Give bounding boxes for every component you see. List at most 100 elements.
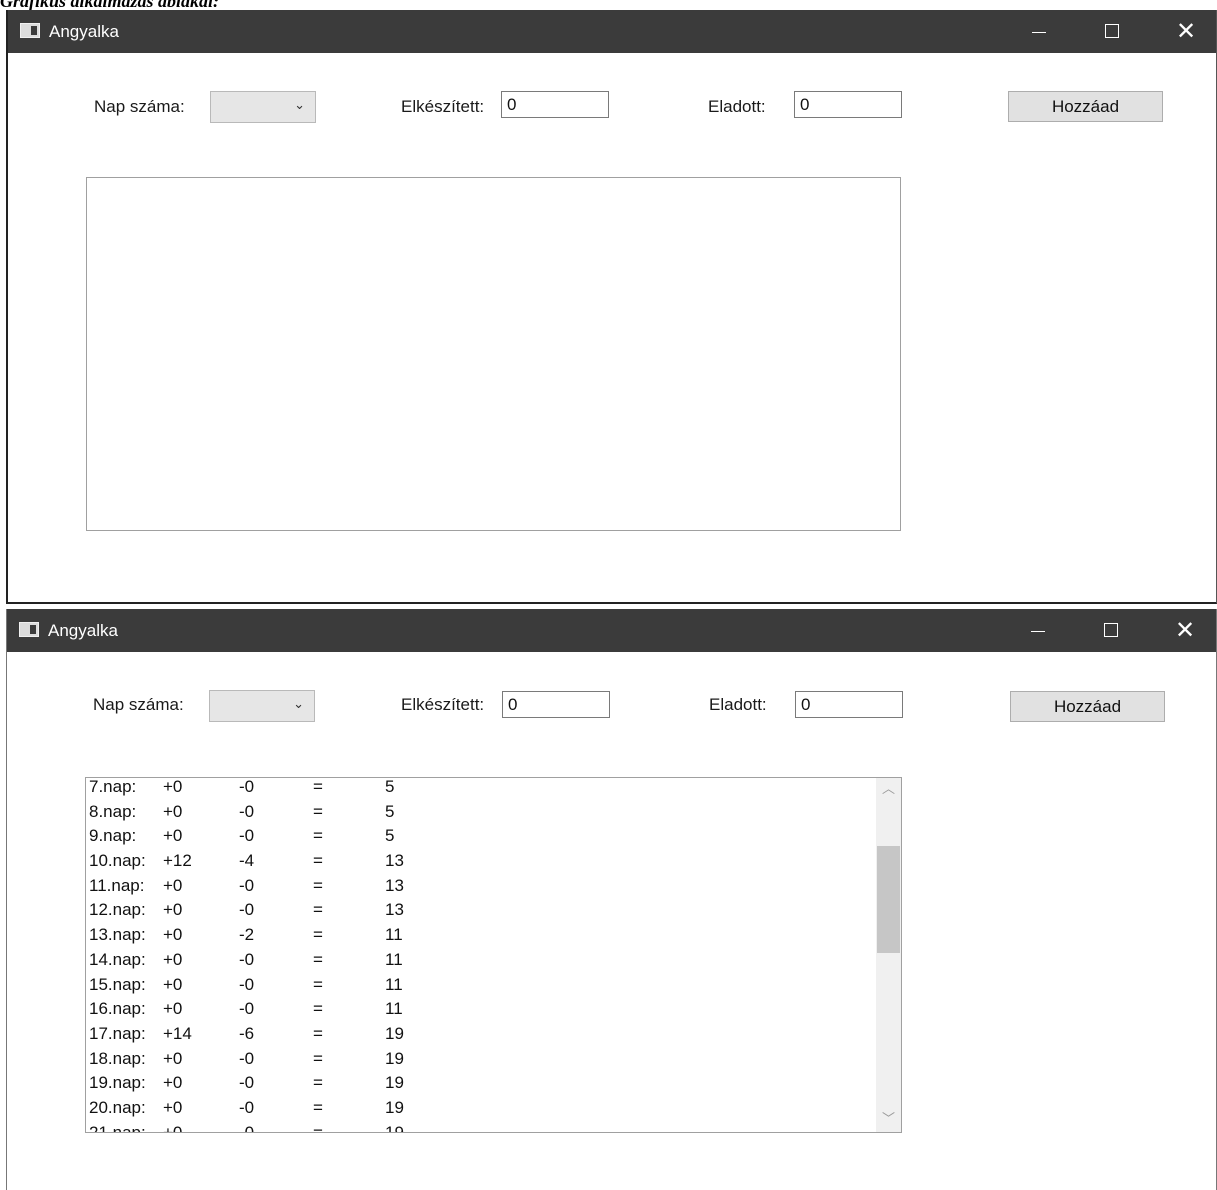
app-window-filled: Angyalka ✕ Nap száma: ⌄ Elkészített: 0 E… [6, 609, 1217, 1190]
equals-cell: = [313, 974, 323, 994]
page-caption: Grafikus alkalmazás ablakai: [0, 0, 220, 10]
stock-cell: 11 [385, 999, 403, 1019]
day-cell: 11.nap: [89, 875, 145, 895]
made-cell: +12 [163, 851, 192, 871]
made-label: Elkészített: [401, 97, 485, 116]
made-cell: +0 [163, 974, 183, 994]
day-cell: 20.nap: [89, 1097, 146, 1117]
chevron-down-icon: ⌄ [294, 98, 305, 113]
stock-cell: 19 [385, 1073, 404, 1093]
day-cell: 9.nap: [89, 826, 137, 846]
stock-cell: 13 [385, 900, 404, 920]
equals-cell: = [313, 900, 323, 920]
stock-cell: 13 [385, 851, 404, 871]
equals-cell: = [313, 999, 323, 1019]
sold-input[interactable]: 0 [794, 91, 902, 118]
made-cell: +0 [163, 999, 183, 1019]
day-cell: 19.nap: [89, 1073, 146, 1093]
close-icon[interactable]: ✕ [1163, 10, 1209, 53]
stock-cell: 11 [385, 974, 403, 994]
sold-input[interactable]: 0 [795, 691, 903, 718]
equals-cell: = [313, 826, 323, 846]
stock-cell: 19 [385, 1122, 404, 1133]
made-cell: +0 [163, 925, 183, 945]
equals-cell: = [313, 1073, 323, 1093]
app-window-empty: Angyalka ✕ Nap száma: ⌄ Elkészített: 0 E… [6, 10, 1217, 604]
add-button[interactable]: Hozzáad [1010, 691, 1165, 722]
sold-label: Eladott: [708, 97, 766, 116]
day-cell: 12.nap: [89, 900, 146, 920]
sold-cell: -4 [239, 851, 255, 871]
day-cell: 8.nap: [89, 801, 137, 821]
window-app-icon [19, 622, 39, 637]
scroll-thumb[interactable] [877, 845, 900, 953]
equals-cell: = [313, 949, 323, 969]
equals-cell: = [313, 925, 323, 945]
day-cell: 15.nap: [89, 974, 146, 994]
sold-label: Eladott: [709, 695, 767, 714]
equals-cell: = [313, 1097, 323, 1117]
add-button[interactable]: Hozzáad [1008, 91, 1163, 122]
window-title: Angyalka [48, 621, 118, 640]
equals-cell: = [313, 1048, 323, 1068]
equals-cell: = [313, 777, 323, 796]
made-cell: +0 [163, 1073, 183, 1093]
made-input[interactable]: 0 [501, 91, 609, 118]
sold-cell: -0 [239, 826, 255, 846]
vertical-scrollbar[interactable]: ︿ ﹀ [876, 778, 901, 1132]
maximize-icon[interactable] [1088, 609, 1134, 652]
stock-cell: 19 [385, 1023, 404, 1043]
sold-cell: -0 [239, 801, 255, 821]
sold-cell: -0 [239, 1097, 255, 1117]
title-bar[interactable]: Angyalka ✕ [8, 10, 1216, 53]
made-cell: +14 [163, 1023, 192, 1043]
day-cell: 14.nap: [89, 949, 146, 969]
equals-cell: = [313, 1122, 323, 1133]
made-cell: +0 [163, 1097, 183, 1117]
sold-cell: -6 [239, 1023, 255, 1043]
maximize-icon[interactable] [1089, 10, 1135, 53]
day-cell: 21.nap: [89, 1122, 146, 1133]
title-bar[interactable]: Angyalka ✕ [7, 609, 1216, 652]
stock-cell: 19 [385, 1097, 404, 1117]
minimize-icon[interactable] [1016, 10, 1062, 53]
sold-cell: -0 [239, 777, 255, 796]
sold-cell: -0 [239, 1122, 255, 1133]
day-label: Nap száma: [94, 97, 185, 116]
stock-cell: 13 [385, 875, 404, 895]
made-cell: +0 [163, 801, 183, 821]
equals-cell: = [313, 801, 323, 821]
chevron-up-icon[interactable]: ︿ [876, 780, 901, 800]
results-listbox[interactable] [86, 177, 901, 531]
window-title: Angyalka [49, 22, 119, 41]
made-cell: +0 [163, 826, 183, 846]
day-cell: 10.nap: [89, 851, 146, 871]
made-cell: +0 [163, 777, 183, 796]
day-cell: 17.nap: [89, 1023, 146, 1043]
sold-cell: -0 [239, 999, 255, 1019]
day-combobox[interactable]: ⌄ [209, 690, 315, 722]
day-label: Nap száma: [93, 695, 184, 714]
stock-cell: 5 [385, 801, 395, 821]
made-cell: +0 [163, 949, 183, 969]
sold-cell: -0 [239, 949, 255, 969]
day-combobox[interactable]: ⌄ [210, 91, 316, 123]
stock-cell: 11 [385, 925, 403, 945]
sold-cell: -0 [239, 974, 255, 994]
equals-cell: = [313, 851, 323, 871]
chevron-down-icon[interactable]: ﹀ [876, 1110, 901, 1130]
equals-cell: = [313, 1023, 323, 1043]
stock-cell: 19 [385, 1048, 404, 1068]
day-cell: 7.nap: [89, 777, 137, 796]
stock-cell: 5 [385, 777, 395, 796]
results-listbox[interactable]: 7.nap: +0 -0 = 5 8.nap: +0 -0 = 5 9.nap: +0 -0 = 5 10.n… [85, 777, 902, 1133]
made-cell: +0 [163, 900, 183, 920]
made-input[interactable]: 0 [502, 691, 610, 718]
made-cell: +0 [163, 1048, 183, 1068]
sold-cell: -2 [239, 925, 255, 945]
sold-cell: -0 [239, 1073, 255, 1093]
minimize-icon[interactable] [1015, 609, 1061, 652]
sold-cell: -0 [239, 900, 255, 920]
close-icon[interactable]: ✕ [1162, 609, 1208, 652]
made-cell: +0 [163, 1122, 183, 1133]
